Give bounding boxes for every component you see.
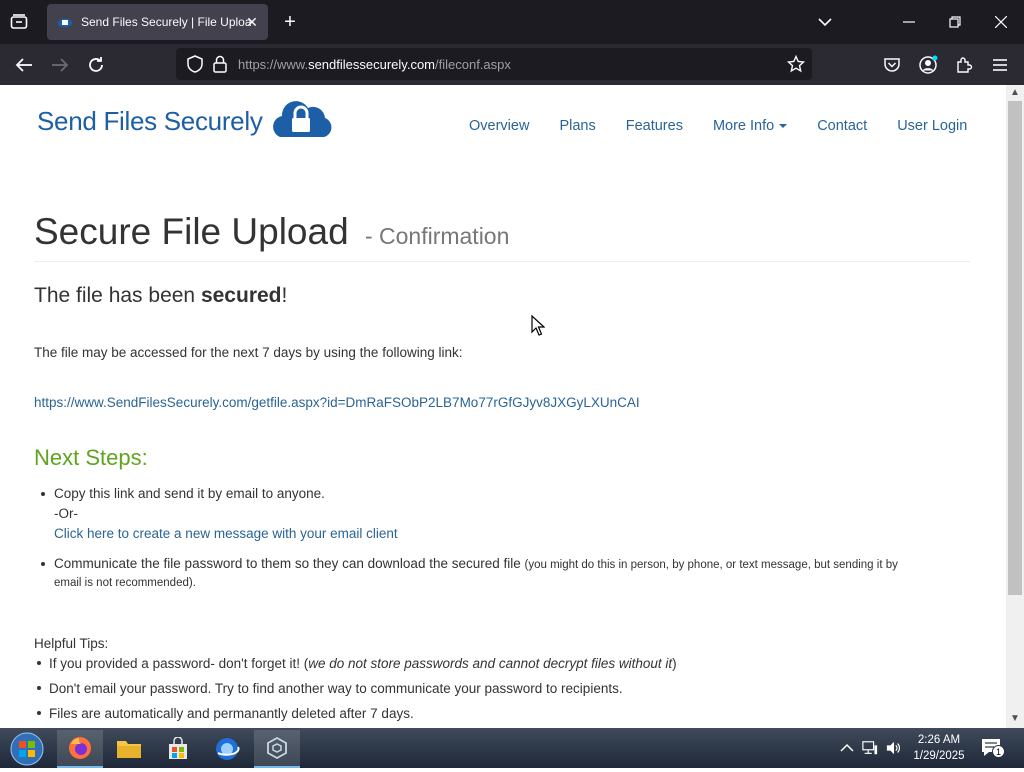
forward-arrow-icon[interactable] [49,54,71,76]
nav-contact[interactable]: Contact [817,118,867,134]
notification-center-icon[interactable]: 1 [980,737,1005,759]
tab-list-icon[interactable] [8,12,30,32]
confirmation-heading: The file has been secured! [34,284,288,307]
clock-time: 2:26 AM [917,734,961,746]
pocket-icon[interactable] [881,54,903,76]
bullet [41,492,45,496]
caret-down-icon [779,124,788,129]
network-icon[interactable] [862,740,878,756]
url-text[interactable]: https://www.sendfilessecurely.com/fileco… [238,57,511,72]
volume-icon[interactable] [886,740,902,756]
account-icon[interactable] [917,54,939,76]
tab-close-icon[interactable]: ✕ [244,14,260,30]
close-window-icon[interactable] [978,0,1024,44]
reload-icon[interactable] [85,54,107,76]
email-client-link[interactable]: Click here to create a new message with … [54,526,398,541]
chevron-down-icon[interactable] [817,14,835,30]
browser-toolbar: https://www.sendfilessecurely.com/fileco… [0,44,1024,85]
store-icon[interactable] [155,730,201,768]
cloud-lock-icon [272,101,331,137]
address-bar[interactable]: https://www.sendfilessecurely.com/fileco… [176,48,812,80]
nav-more-info-label: More Info [712,118,775,134]
web-page: Send Files Securely Overview Plans Featu… [0,85,1006,728]
nav-plans[interactable]: Plans [559,118,595,134]
next-steps-heading: Next Steps: [34,445,148,470]
bullet [41,562,45,566]
cube-app-icon[interactable] [254,730,300,768]
restore-icon[interactable] [932,0,978,44]
access-text: The file may be accessed for the next 7 … [34,345,463,360]
browser-titlebar: Send Files Securely | File Upload ✕ + [0,0,1024,44]
nav-user-login[interactable]: User Login [897,118,967,134]
helpful-tips-heading: Helpful Tips: [34,636,109,651]
logo-text: Send Files Securely [37,105,263,136]
new-tab-icon[interactable]: + [280,12,300,32]
step-communicate-password: Communicate the file password to them so… [54,556,898,571]
tip-email: Don't email your password. Try to find a… [49,681,623,696]
taskbar-clock[interactable]: 2:26 AM 1/29/2025 [910,732,968,764]
windows-taskbar: 2:26 AM 1/29/2025 1 [0,728,1024,768]
start-button[interactable] [8,731,46,767]
site-logo[interactable]: Send Files Securely [37,101,334,139]
bullet [37,661,41,665]
bullet [37,711,41,715]
minimize-icon[interactable] [886,0,932,44]
clock-date: 1/29/2025 [913,750,965,762]
browser-tab-active[interactable]: Send Files Securely | File Upload ✕ [47,4,268,40]
firefox-taskbar-icon[interactable] [57,730,103,768]
nav-features[interactable]: Features [626,118,683,134]
tab-title: Send Files Securely | File Upload [81,15,251,29]
shield-icon[interactable] [184,53,206,75]
tip-password: If you provided a password- don't forget… [49,656,677,671]
site-navigation: Overview Plans Features More Info Contac… [469,118,997,134]
file-explorer-icon[interactable] [106,730,152,768]
lock-icon[interactable] [209,53,231,75]
nav-overview[interactable]: Overview [469,118,529,134]
scroll-down-icon[interactable]: ▼ [1009,713,1021,725]
step-note-continued: email is not recommended). [54,577,196,589]
step-or: -Or- [54,506,78,521]
page-scrollbar[interactable]: ▲ ▼ [1006,85,1024,728]
chevron-up-icon[interactable] [839,740,855,756]
site-favicon-icon [58,18,72,28]
notification-count-badge: 1 [992,745,1005,758]
divider [34,261,970,262]
extensions-icon[interactable] [953,54,975,76]
menu-hamburger-icon[interactable] [989,54,1011,76]
scroll-up-icon[interactable]: ▲ [1009,87,1021,99]
tip-deletion: Files are automatically and permanantly … [49,706,414,721]
file-link[interactable]: https://www.SendFilesSecurely.com/getfil… [34,395,640,410]
page-subtitle: - Confirmation [364,223,510,249]
back-arrow-icon[interactable] [13,54,35,76]
blue-app-icon[interactable] [204,730,250,768]
step-copy-link: Copy this link and send it by email to a… [54,486,325,501]
nav-more-info[interactable]: More Info [712,118,788,134]
mouse-cursor-icon [531,315,545,336]
page-title: Secure File Upload - Confirmation [34,211,510,252]
scroll-thumb[interactable] [1008,101,1022,595]
bullet [37,686,41,690]
bookmark-star-icon[interactable] [785,53,807,75]
